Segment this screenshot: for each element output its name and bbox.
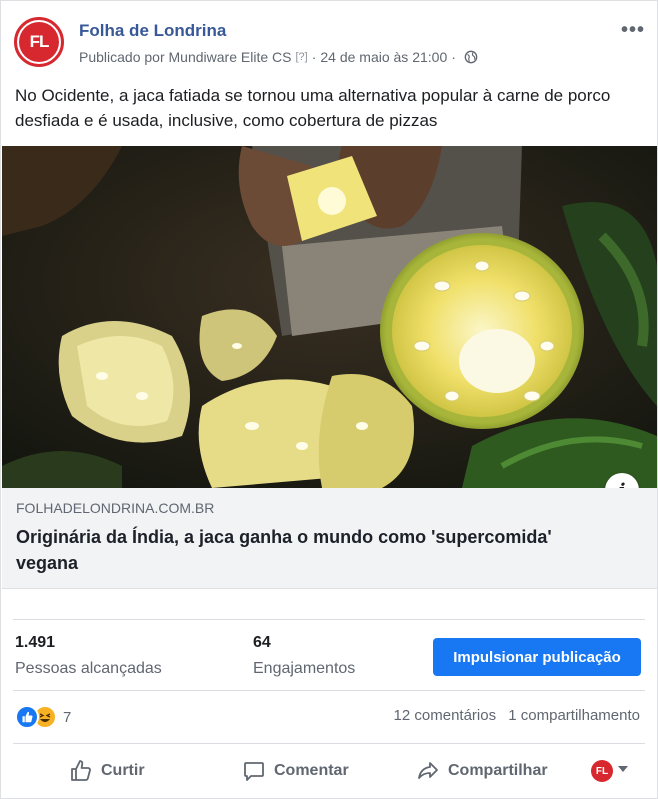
link-preview[interactable]: FOLHADELONDRINA.COM.BR Originária da Índ… — [2, 488, 657, 589]
divider — [13, 619, 645, 620]
chevron-down-icon[interactable] — [618, 766, 628, 772]
link-title[interactable]: Originária da Índia, a jaca ganha o mund… — [16, 524, 616, 576]
post-meta: Publicado por Mundiware Elite CS [?] · 2… — [79, 49, 478, 65]
more-options-icon[interactable]: ••• — [621, 19, 645, 42]
share-button[interactable]: Compartilhar — [416, 759, 548, 783]
like-button[interactable]: Curtir — [69, 759, 145, 783]
reach-stat[interactable]: 1.491 Pessoas alcançadas — [15, 634, 162, 678]
reactions-summary[interactable]: 7 — [15, 705, 71, 729]
post-text: No Ocidente, a jaca fatiada se tornou um… — [15, 86, 611, 130]
post-card: FL Folha de Londrina Publicado por Mundi… — [0, 0, 658, 799]
like-label: Curtir — [101, 762, 145, 779]
share-icon — [418, 762, 438, 779]
thumbs-up-icon — [71, 760, 91, 781]
reach-value: 1.491 — [15, 634, 56, 651]
post-date-link[interactable]: 24 de maio às 21:00 — [320, 49, 447, 65]
page-name-link[interactable]: Folha de Londrina — [79, 21, 226, 41]
creator-link[interactable]: Mundiware Elite CS — [169, 49, 292, 65]
comment-label: Comentar — [274, 762, 349, 779]
engagement-value: 64 — [253, 634, 271, 651]
engagement-stat[interactable]: 64 Engajamentos — [253, 634, 355, 678]
divider — [13, 743, 645, 744]
comment-icon — [244, 762, 264, 781]
help-link[interactable]: [?] — [295, 51, 307, 63]
meta-separator: · — [311, 49, 317, 65]
engagement-counts: 12 comentários 1 compartilhamento — [394, 707, 640, 724]
post-image[interactable] — [2, 146, 657, 488]
meta-separator-2: · — [451, 49, 456, 65]
engagement-label: Engajamentos — [253, 660, 356, 677]
reach-label: Pessoas alcançadas — [15, 660, 162, 677]
page-avatar-logo: FL — [19, 22, 59, 62]
divider — [13, 690, 645, 691]
like-reaction-icon — [15, 705, 39, 729]
jackfruit-photo — [2, 146, 657, 488]
actor-avatar[interactable]: FL — [591, 760, 613, 782]
published-prefix: Publicado por — [79, 49, 165, 65]
comments-count-link[interactable]: 12 comentários — [394, 707, 497, 724]
comment-button[interactable]: Comentar — [242, 759, 349, 783]
shares-count-link[interactable]: 1 compartilhamento — [508, 707, 640, 724]
globe-icon[interactable] — [464, 50, 478, 64]
page-avatar[interactable]: FL — [14, 17, 64, 67]
boost-post-button[interactable]: Impulsionar publicação — [433, 638, 641, 676]
link-domain: FOLHADELONDRINA.COM.BR — [16, 500, 215, 516]
share-label: Compartilhar — [448, 762, 548, 779]
reaction-count: 7 — [63, 708, 72, 726]
